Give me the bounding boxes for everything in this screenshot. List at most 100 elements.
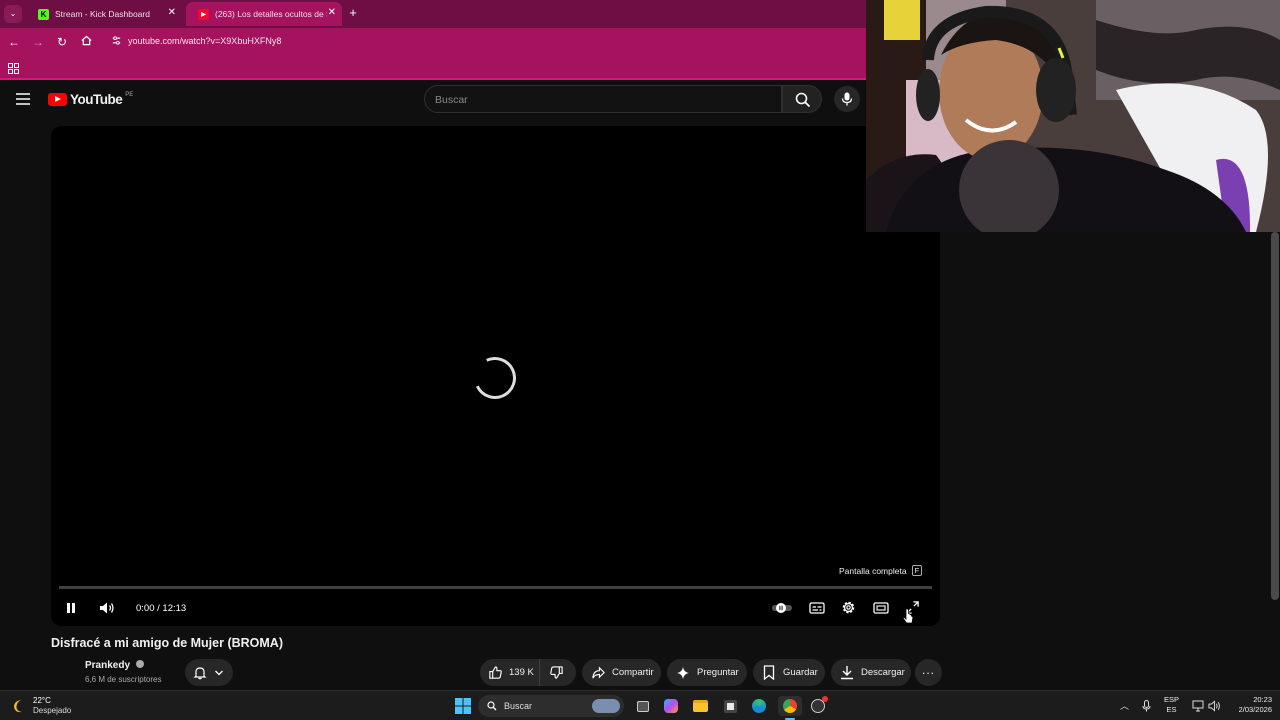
video-player[interactable]: Pantalla completa F 0:00 / 12:13 (51, 126, 940, 626)
close-tab-icon[interactable]: ✕ (328, 7, 336, 18)
subscriber-count: 6,6 M de suscriptores (85, 675, 162, 684)
youtube-icon: ▶ (198, 8, 209, 20)
copilot-icon[interactable] (661, 696, 681, 716)
edge-icon[interactable] (749, 696, 769, 716)
youtube-logo[interactable]: YouTube PE (48, 91, 133, 107)
task-view-icon[interactable] (633, 696, 653, 716)
tooltip-shortcut-key: F (911, 565, 923, 576)
share-label: Compartir (612, 667, 654, 678)
chrome-icon[interactable] (778, 696, 802, 716)
youtube-logo-text: YouTube (70, 91, 123, 107)
volume-button[interactable] (99, 600, 117, 616)
download-label: Descargar (861, 667, 905, 678)
search-button[interactable] (782, 85, 822, 113)
save-label: Guardar (783, 667, 818, 678)
share-button[interactable]: Compartir (582, 659, 661, 686)
clock[interactable]: 20:23 2/03/2026 (1226, 695, 1272, 715)
more-icon: ... (921, 663, 935, 677)
settings-button[interactable] (841, 600, 859, 616)
network-icon[interactable] (1192, 699, 1204, 717)
notification-button[interactable] (185, 659, 233, 686)
share-icon (590, 665, 606, 681)
search-highlight-icon (592, 699, 620, 713)
microphone-tray-icon[interactable] (1142, 699, 1151, 717)
tab-list-button[interactable]: ⌄ (4, 5, 22, 23)
microphone-icon (841, 92, 853, 106)
kick-icon: K (38, 8, 49, 20)
new-tab-button[interactable]: + (346, 5, 360, 21)
keyboard-layout: ES (1166, 705, 1177, 714)
file-explorer-icon[interactable] (690, 696, 710, 716)
like-button[interactable]: 139 K (480, 659, 540, 686)
youtube-header: YouTube PE Buscar (0, 82, 866, 118)
gear-icon (842, 601, 855, 614)
site-settings-icon[interactable] (108, 34, 124, 50)
forward-icon[interactable]: → (30, 34, 46, 50)
dislike-button[interactable] (540, 665, 564, 680)
verified-icon (135, 660, 144, 668)
tab-kick-dashboard[interactable]: K Stream - Kick Dashboard ✕ (26, 2, 182, 26)
obs-icon[interactable] (808, 696, 828, 716)
pause-icon (67, 603, 75, 613)
bell-icon (193, 666, 207, 679)
more-actions-button[interactable]: ... (915, 659, 942, 686)
channel-name[interactable]: Prankedy (85, 660, 144, 671)
taskbar-search[interactable]: Buscar (478, 695, 624, 717)
language-indicator[interactable]: ESP ES (1164, 695, 1179, 715)
search-input[interactable]: Buscar (424, 85, 782, 113)
volume-icon (100, 602, 114, 614)
reload-icon[interactable]: ↻ (54, 34, 70, 50)
language-code: ESP (1164, 695, 1180, 704)
chevron-down-icon (215, 670, 223, 675)
mouse-cursor-icon (902, 608, 914, 626)
theater-mode-button[interactable] (873, 600, 891, 616)
thumbs-down-icon (550, 666, 563, 679)
weather-temp: 22°C (33, 696, 51, 705)
tooltip-text: Pantalla completa (839, 565, 907, 576)
progress-bar[interactable] (59, 586, 932, 589)
save-button[interactable]: Guardar (753, 659, 825, 686)
ask-button[interactable]: Preguntar (667, 659, 747, 686)
home-icon[interactable] (78, 34, 94, 50)
channel-name-text: Prankedy (85, 660, 131, 671)
region-code: PE (125, 91, 134, 98)
close-tab-icon[interactable]: ✕ (168, 7, 176, 18)
clock-date: 2/03/2026 (1238, 705, 1272, 714)
page-scrollbar[interactable] (1271, 232, 1279, 600)
time-display: 0:00 / 12:13 (136, 603, 187, 614)
show-hidden-icons-chevron-up-icon[interactable]: ︿ (1120, 699, 1129, 712)
clock-time: 20:23 (1253, 695, 1272, 704)
tab-label: (263) Los detalles ocultos de Sp (215, 9, 327, 19)
menu-icon[interactable] (16, 92, 32, 106)
microsoft-store-icon[interactable] (720, 696, 740, 716)
browser-tab-bar: ⌄ K Stream - Kick Dashboard ✕ ▶ (263) Lo… (0, 0, 866, 28)
channel-avatar[interactable] (51, 661, 77, 687)
voice-search-button[interactable] (834, 86, 860, 112)
streamer-webcam-image (866, 0, 1280, 232)
windows-logo-icon (455, 698, 471, 714)
ask-label: Preguntar (697, 667, 739, 678)
video-title: Disfracé a mi amigo de Mujer (BROMA) (51, 636, 283, 650)
windows-taskbar: 22°C Despejado Buscar ︿ ESP ES 20:23 2/0… (0, 690, 1280, 720)
back-icon[interactable]: ← (6, 34, 22, 50)
tab-youtube-video[interactable]: ▶ (263) Los detalles ocultos de Sp ✕ (186, 2, 342, 26)
download-icon (839, 665, 855, 681)
weather-widget[interactable]: 22°C Despejado (10, 694, 71, 718)
autoplay-toggle[interactable] (771, 600, 795, 616)
volume-tray-icon[interactable] (1208, 699, 1221, 717)
url-field[interactable]: youtube.com/watch?v=X9XbuHXFNy8 (128, 36, 281, 46)
pause-button[interactable] (65, 600, 79, 616)
webcam-overlay (866, 0, 1280, 232)
start-button[interactable] (453, 696, 473, 716)
like-dislike-group: 139 K (480, 659, 576, 686)
subtitles-icon (809, 602, 825, 614)
download-button[interactable]: Descargar (831, 659, 911, 686)
sparkle-icon (675, 665, 691, 681)
apps-grid-icon[interactable] (8, 61, 19, 74)
moon-icon (14, 700, 22, 713)
tab-label: Stream - Kick Dashboard (55, 9, 150, 19)
secondary-column (940, 232, 1280, 690)
taskbar-search-label: Buscar (504, 701, 533, 711)
fullscreen-tooltip: Pantalla completa F (839, 563, 923, 578)
subtitles-button[interactable] (809, 600, 827, 616)
